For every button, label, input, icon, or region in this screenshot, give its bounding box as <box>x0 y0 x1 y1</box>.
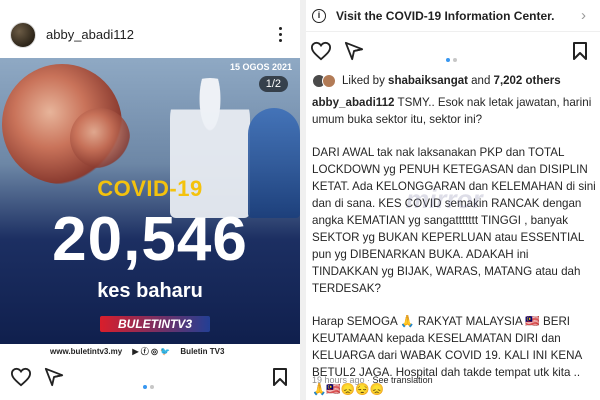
carousel-dots <box>446 49 460 67</box>
chevron-right-icon: › <box>581 7 586 24</box>
avatar[interactable] <box>10 22 36 48</box>
brand-logo: BULETINTV3 <box>100 316 210 332</box>
share-icon[interactable] <box>44 367 64 387</box>
likes-row[interactable]: Liked by shabaiksangat and 7,202 others <box>306 72 600 92</box>
caption-paragraph-3: Harap SEMOGA 🙏 RAKYAT MALAYSIA 🇲🇾 BERI K… <box>312 315 582 396</box>
post-username[interactable]: abby_abadi112 <box>46 27 134 42</box>
heart-icon[interactable] <box>310 41 332 61</box>
social-icons: ▶ ⓕ ◎ 🐦 <box>132 347 171 356</box>
bookmark-icon[interactable] <box>272 367 288 387</box>
info-icon: i <box>312 9 326 23</box>
share-icon[interactable] <box>344 41 364 61</box>
footer-website: www.buletintv3.my <box>50 347 123 356</box>
post-actions <box>0 364 300 394</box>
right-post-panel: i Visit the COVID-19 Information Center.… <box>306 0 600 400</box>
bookmark-icon[interactable] <box>572 41 588 61</box>
carousel-dots <box>143 376 157 394</box>
timestamp-separator: · <box>364 375 373 385</box>
caption-username[interactable]: abby_abadi112 <box>312 96 395 109</box>
post-caption: abby_abadi112 TSMY.. Esok nak letak jawa… <box>312 94 596 400</box>
covid-info-banner[interactable]: i Visit the COVID-19 Information Center.… <box>306 0 600 32</box>
likes-text: Liked by shabaiksangat and 7,202 others <box>342 75 561 87</box>
time-ago: 19 hours ago <box>312 375 365 385</box>
see-translation-link[interactable]: See translation <box>373 375 433 385</box>
image-subtitle: kes baharu <box>97 280 203 302</box>
virus-illustration-small <box>70 108 130 168</box>
liker-username[interactable]: shabaiksangat <box>388 75 468 87</box>
liker-avatar <box>322 74 336 88</box>
banner-text: Visit the COVID-19 Information Center. <box>336 9 555 23</box>
case-count: 20,546 <box>52 205 248 274</box>
post-image[interactable]: 15 OGOS 2021 1/2 COVID-19 20,546 kes bah… <box>0 58 300 360</box>
post-timestamp: 19 hours ago · See translation <box>312 375 433 385</box>
more-icon[interactable] <box>274 24 286 46</box>
carousel-counter: 1/2 <box>258 76 288 92</box>
heart-icon[interactable] <box>10 367 32 387</box>
likes-count[interactable]: 7,202 others <box>494 75 561 87</box>
image-date: 15 OGOS 2021 <box>229 62 292 72</box>
post-header: abby_abadi112 <box>0 18 300 54</box>
likes-and: and <box>471 75 491 87</box>
post-actions-right <box>306 36 600 66</box>
likes-prefix: Liked by <box>342 75 385 87</box>
footer-channel: Buletin TV3 <box>180 347 225 356</box>
left-post-panel: abby_abadi112 15 OGOS 2021 1/2 COVID-19 … <box>0 0 300 400</box>
image-footer-strip: www.buletintv3.my ▶ ⓕ ◎ 🐦 Buletin TV3 <box>0 344 300 360</box>
caption-paragraph-2: DARI AWAL tak nak laksanakan PKP dan TOT… <box>312 146 596 295</box>
image-title: COVID-19 <box>97 176 203 201</box>
